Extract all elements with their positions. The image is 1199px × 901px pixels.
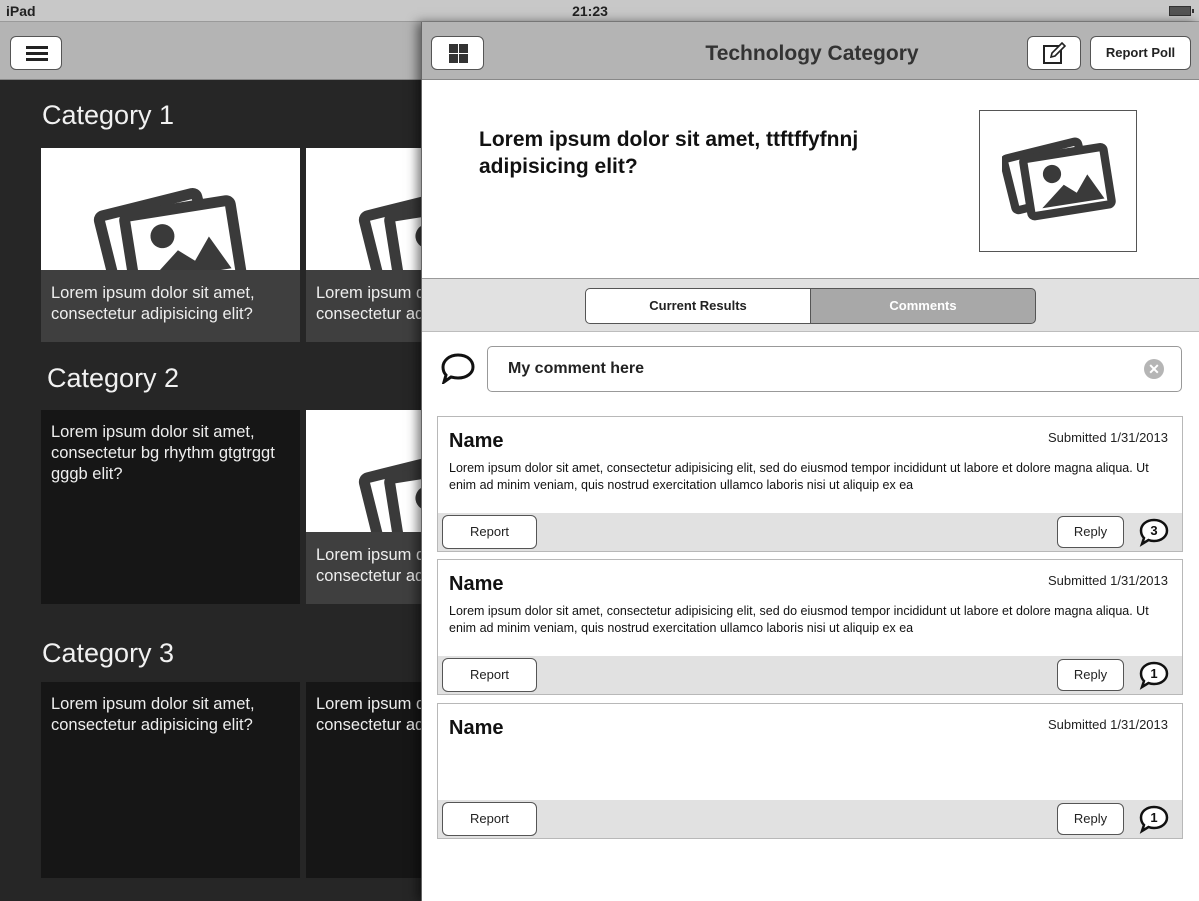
edit-icon (1043, 42, 1066, 64)
poll-tile[interactable]: Lorem ipsum dolor sit amet, consectetur … (41, 682, 300, 878)
report-comment-button[interactable]: Report (442, 515, 537, 549)
tile-image (306, 148, 440, 270)
compose-button[interactable] (1027, 36, 1081, 70)
reply-count-badge[interactable]: 1 (1138, 804, 1170, 834)
comment-date: Submitted 1/31/2013 (1048, 717, 1168, 732)
comment-date: Submitted 1/31/2013 (1048, 573, 1168, 588)
speech-bubble-icon (441, 353, 475, 384)
report-comment-button[interactable]: Report (442, 658, 537, 692)
reply-count: 3 (1150, 523, 1158, 538)
menu-button[interactable] (10, 36, 62, 70)
poll-detail-panel: Technology Category Report Poll Lorem ip… (421, 22, 1199, 901)
reply-count-badge[interactable]: 1 (1138, 660, 1170, 690)
tile-caption: Lorem ipsum dolor sit amet, consectetur … (51, 423, 275, 483)
poll-tile[interactable]: Lorem ipsum dolor sit amet, consectetur … (306, 148, 440, 342)
tile-caption: Lorem ipsum dolor sit amet, consectetur … (306, 532, 440, 604)
reply-count: 1 (1150, 666, 1158, 681)
comment-card: Name Submitted 1/31/2013 Report Reply 1 (437, 703, 1183, 839)
reply-count: 1 (1150, 810, 1158, 825)
tile-image (306, 410, 440, 532)
comment-date: Submitted 1/31/2013 (1048, 430, 1168, 445)
comment-actions: Report Reply 1 (438, 656, 1182, 694)
commenter-name: Name (449, 430, 504, 452)
report-comment-button[interactable]: Report (442, 802, 537, 836)
tile-caption: Lorem ipsum dolor sit amet, consectetur … (306, 270, 440, 342)
commenter-name: Name (449, 717, 504, 739)
category-title: Category 3 (42, 638, 175, 668)
poll-tile[interactable]: Lorem ipsum dolor sit amet, consectetur … (41, 410, 300, 604)
status-bar: iPad 21:23 (0, 0, 1199, 22)
carrier-label: iPad (6, 3, 36, 19)
category-title: Category 2 (47, 363, 180, 393)
category-title: Category 1 (42, 100, 175, 130)
poll-question: Lorem ipsum dolor sit amet, ttftffyfnnj … (479, 128, 859, 178)
tab-current-results[interactable]: Current Results (585, 288, 811, 324)
category-list-pane: Category 1 Lorem ipsum dolor sit amet, c… (0, 22, 440, 901)
report-poll-button[interactable]: Report Poll (1090, 36, 1191, 70)
comment-actions: Report Reply 3 (438, 513, 1182, 551)
reply-count-badge[interactable]: 3 (1138, 517, 1170, 547)
reply-button[interactable]: Reply (1057, 659, 1124, 691)
tab-comments[interactable]: Comments (810, 288, 1036, 324)
left-toolbar (0, 22, 440, 80)
nav-bar: Technology Category Report Poll (422, 22, 1199, 80)
poll-tile[interactable]: Lorem ipsum dolor sit amet, consectetur … (41, 148, 300, 342)
reply-button[interactable]: Reply (1057, 803, 1124, 835)
poll-tile[interactable]: Lorem ipsum dolor sit amet, consectetur … (306, 682, 440, 878)
commenter-name: Name (449, 573, 504, 595)
reply-button[interactable]: Reply (1057, 516, 1124, 548)
results-comments-segmented-control: Current Results Comments (422, 278, 1199, 332)
grid-view-button[interactable] (431, 36, 484, 70)
photo-icon (1002, 125, 1118, 235)
tile-caption: Lorem ipsum dolor sit amet, consectetur … (51, 695, 255, 734)
page-title: Technology Category (705, 42, 919, 65)
clear-icon[interactable]: ✕ (1144, 359, 1164, 379)
comment-actions: Report Reply 1 (438, 800, 1182, 838)
comment-card: Name Submitted 1/31/2013 Lorem ipsum dol… (437, 416, 1183, 552)
comment-input[interactable]: My comment here (487, 346, 1182, 392)
poll-image (979, 110, 1137, 252)
battery-icon (1169, 6, 1194, 16)
tile-caption: Lorem ipsum dolor sit amet, consectetur … (41, 270, 300, 342)
comment-card: Name Submitted 1/31/2013 Lorem ipsum dol… (437, 559, 1183, 695)
comment-body: Lorem ipsum dolor sit amet, consectetur … (449, 604, 1149, 635)
poll-tile[interactable]: Lorem ipsum dolor sit amet, consectetur … (306, 410, 440, 604)
comment-body: Lorem ipsum dolor sit amet, consectetur … (449, 461, 1149, 492)
photo-icon (93, 184, 253, 270)
clock: 21:23 (572, 3, 608, 19)
tile-image (41, 148, 300, 270)
